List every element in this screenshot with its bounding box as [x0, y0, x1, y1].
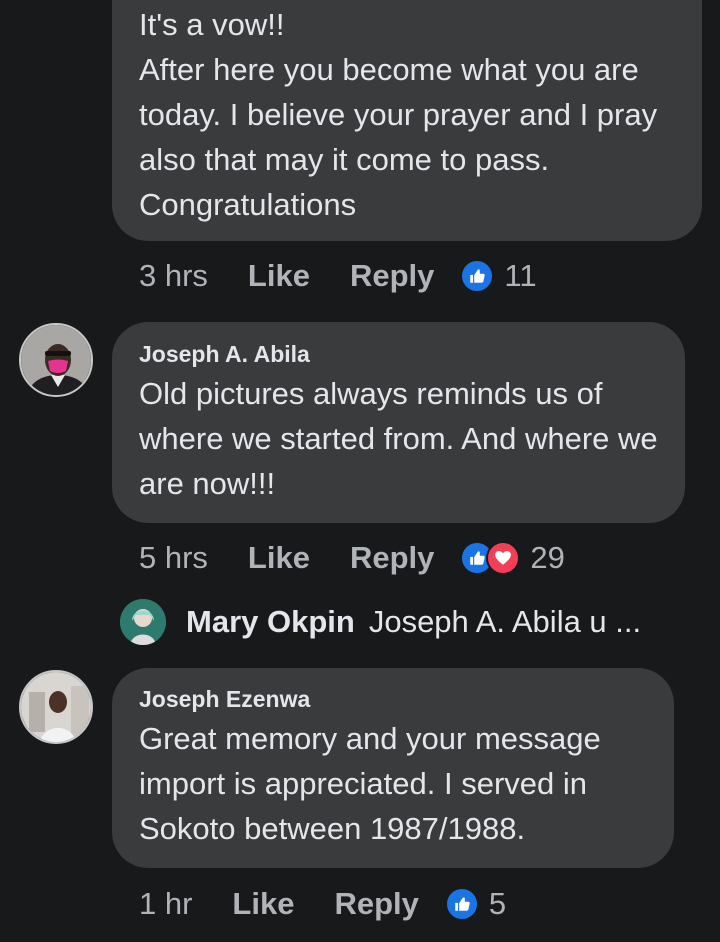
comment-actions: 5 hrs Like Reply 29	[139, 538, 565, 578]
comment-timestamp: 3 hrs	[139, 258, 208, 293]
reaction-count: 29	[530, 540, 565, 575]
reaction-count: 11	[504, 258, 537, 293]
like-button[interactable]: Like	[248, 540, 310, 576]
reply-button[interactable]: Reply	[350, 540, 434, 576]
comment-bubble[interactable]: It's a vow!! After here you become what …	[112, 0, 702, 241]
avatar[interactable]	[120, 599, 166, 645]
like-reaction-icon	[460, 259, 495, 293]
like-button[interactable]: Like	[248, 258, 310, 294]
comment-actions: 3 hrs Like Reply 11	[139, 256, 537, 296]
comment-actions: 1 hr Like Reply 5	[139, 884, 506, 924]
comment-timestamp: 5 hrs	[139, 540, 208, 575]
reply-snippet: Joseph A. Abila u ...	[368, 604, 642, 639]
comment-text: Old pictures always reminds us of where …	[139, 376, 658, 501]
comment-author[interactable]: Joseph A. Abila	[139, 339, 685, 369]
reactions-summary[interactable]: 11	[460, 258, 537, 294]
comment-timestamp: 1 hr	[139, 886, 193, 921]
reply-author[interactable]: Mary Okpin	[186, 604, 355, 640]
reactions-summary[interactable]: 29	[460, 540, 565, 576]
comments-thread: It's a vow!! After here you become what …	[0, 0, 720, 942]
love-reaction-icon	[486, 541, 521, 575]
comment-author[interactable]: Joseph Ezenwa	[139, 684, 674, 714]
avatar-photo	[120, 599, 166, 645]
reply-button[interactable]: Reply	[334, 886, 418, 922]
avatar-photo	[21, 325, 91, 395]
comment-text: It's a vow!! After here you become what …	[139, 7, 658, 222]
comment-text: Great memory and your message import is …	[139, 721, 601, 846]
reply-preview[interactable]: Mary Okpin Joseph A. Abila u ...	[120, 597, 641, 647]
like-button[interactable]: Like	[232, 886, 294, 922]
avatar[interactable]	[19, 323, 93, 397]
reactions-summary[interactable]: 5	[444, 886, 507, 922]
comment-bubble[interactable]: Joseph A. Abila Old pictures always remi…	[112, 322, 685, 523]
avatar[interactable]	[19, 670, 93, 744]
avatar-photo	[21, 672, 91, 742]
reply-button[interactable]: Reply	[350, 258, 434, 294]
like-reaction-icon	[444, 887, 479, 921]
reaction-count: 5	[488, 886, 507, 921]
comment-bubble[interactable]: Joseph Ezenwa Great memory and your mess…	[112, 668, 674, 868]
